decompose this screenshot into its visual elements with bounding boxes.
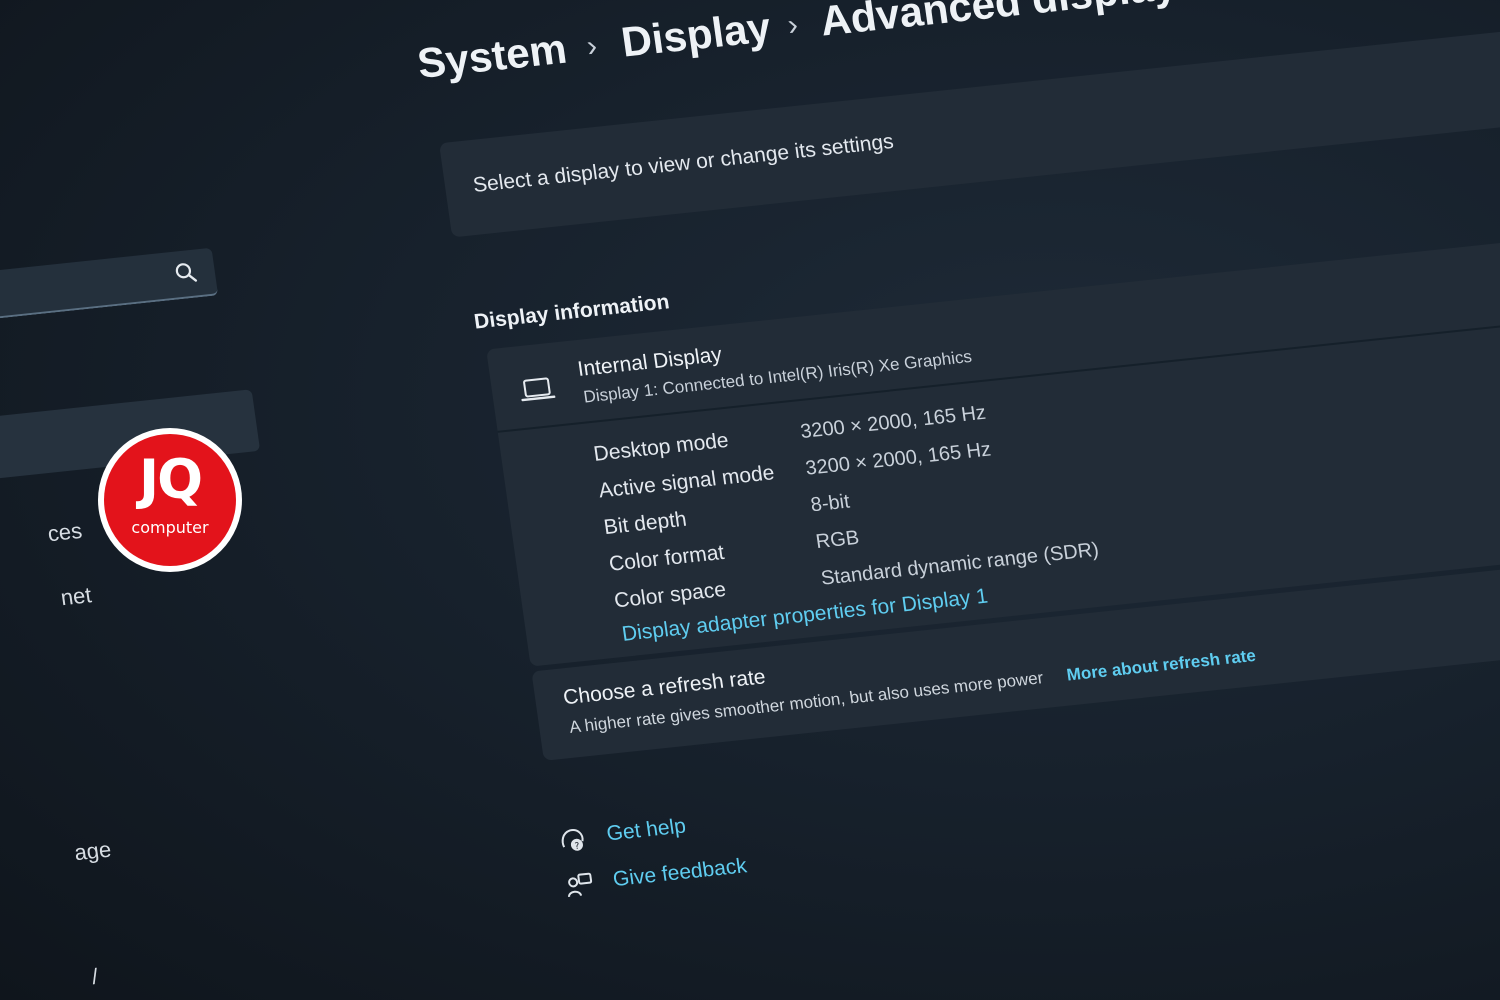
info-value-color-space: Standard dynamic range (SDR) xyxy=(819,538,1101,590)
info-value-color-format: RGB xyxy=(814,526,861,554)
breadcrumb-separator: › xyxy=(584,29,600,64)
get-help-link[interactable]: Get help xyxy=(605,814,687,846)
jq-computer-logo: JQ computer xyxy=(98,428,242,572)
info-value-active-signal-mode: 3200 × 2000, 165 Hz xyxy=(804,438,993,480)
breadcrumb-display[interactable]: Display xyxy=(618,3,773,66)
screen-photo: System › Display › Advanced display ces … xyxy=(0,0,1500,1000)
settings-search-input[interactable] xyxy=(0,247,219,322)
logo-subtext: computer xyxy=(131,518,209,537)
card-divider xyxy=(497,317,1500,433)
info-label-color-format: Color format xyxy=(607,540,726,576)
sidebar-item-devices[interactable]: ces xyxy=(46,518,84,547)
sidebar-item-language[interactable]: age xyxy=(73,837,113,867)
feedback-icon xyxy=(568,872,593,898)
breadcrumb-separator: › xyxy=(785,8,801,43)
info-label-bit-depth: Bit depth xyxy=(602,507,689,540)
sidebar-item-accessibility[interactable]: / xyxy=(90,964,100,990)
search-icon[interactable] xyxy=(173,260,198,284)
info-label-active-signal-mode: Active signal mode xyxy=(597,461,776,503)
logo-text: JQ xyxy=(139,448,203,511)
info-label-color-space: Color space xyxy=(612,577,728,613)
info-value-desktop-mode: 3200 × 2000, 165 Hz xyxy=(798,401,988,444)
sidebar-item-network[interactable]: net xyxy=(59,582,93,611)
laptop-icon xyxy=(521,377,556,402)
logo-circle: JQ computer xyxy=(104,434,236,566)
display-information-heading: Display information xyxy=(472,290,671,334)
info-value-bit-depth: 8-bit xyxy=(809,490,852,517)
more-about-refresh-rate-link[interactable]: More about refresh rate xyxy=(1065,646,1257,686)
breadcrumb-system[interactable]: System xyxy=(414,25,569,88)
select-display-text: Select a display to view or change its s… xyxy=(471,129,896,197)
give-feedback-link[interactable]: Give feedback xyxy=(612,854,749,892)
help-icon: ? xyxy=(561,829,584,852)
page-title: Advanced display xyxy=(817,0,1179,45)
info-label-desktop-mode: Desktop mode xyxy=(592,428,730,466)
